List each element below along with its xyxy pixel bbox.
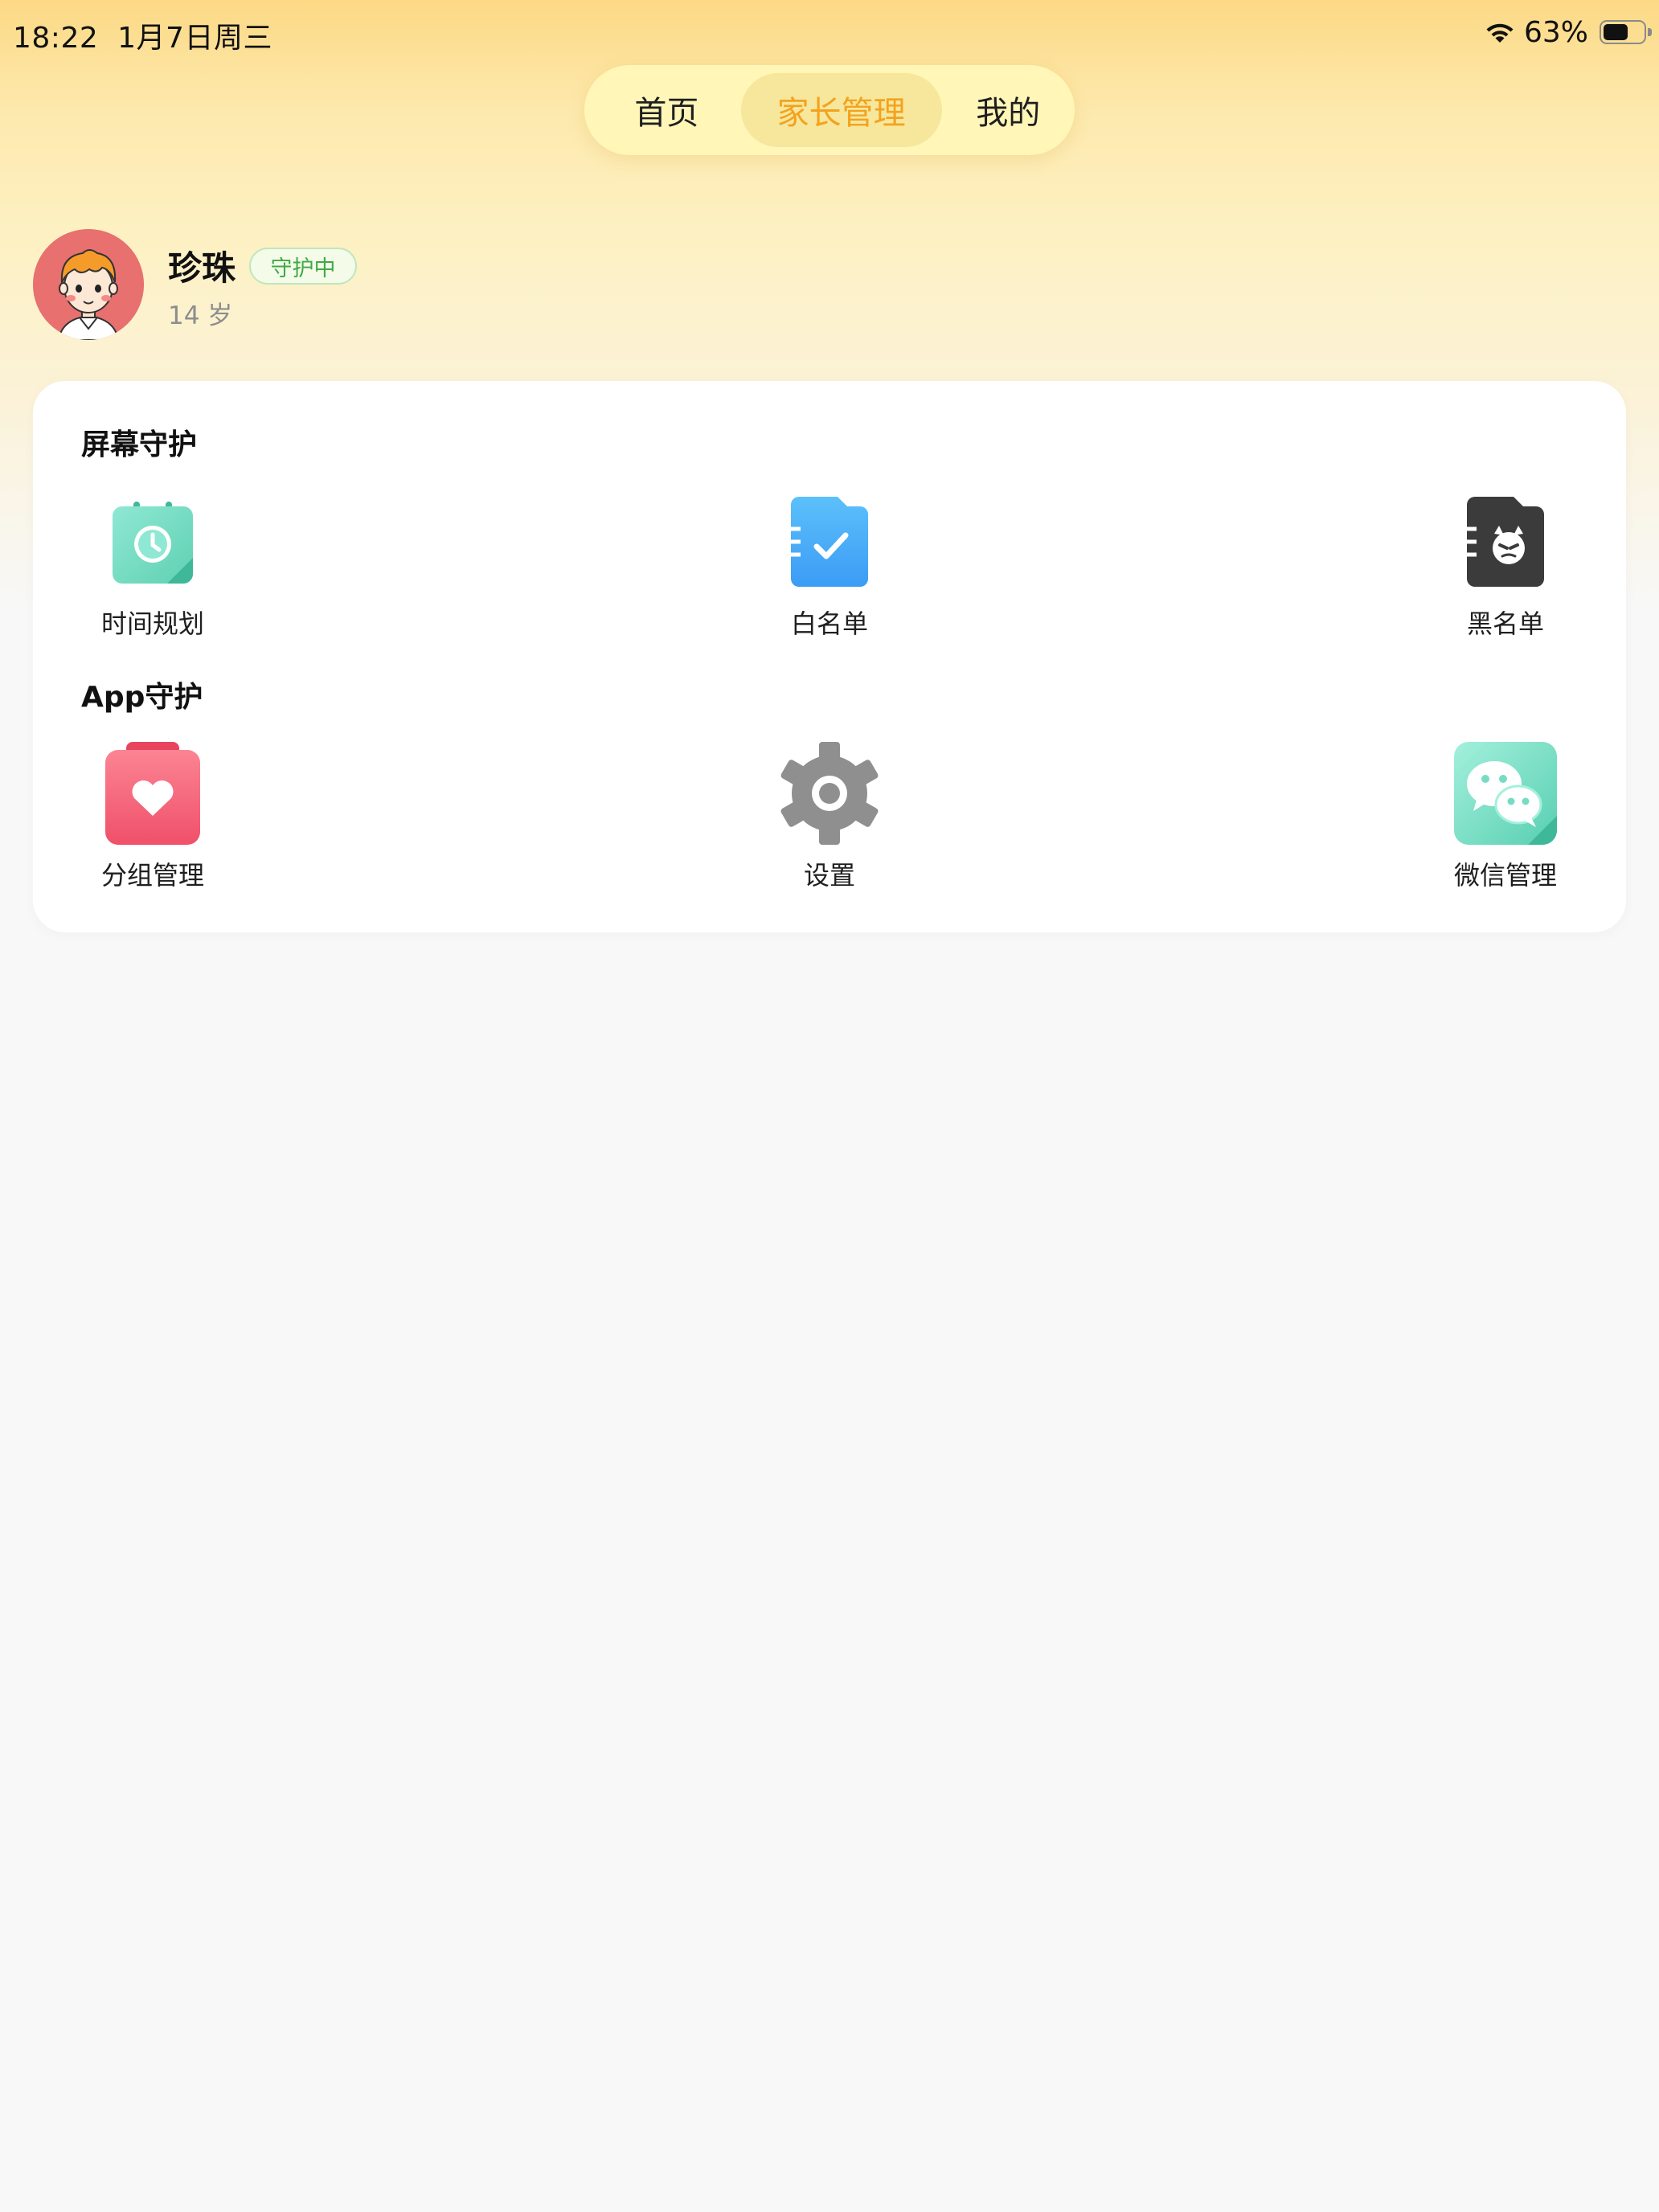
tab-home[interactable]: 首页 <box>592 73 741 147</box>
status-time: 18:22 1月7日周三 <box>13 14 272 56</box>
grid-item-label: 设置 <box>803 860 855 891</box>
status-bar: 18:22 1月7日周三 63% <box>0 0 1659 64</box>
child-name: 珍珠 <box>168 248 236 288</box>
grid-item-group-management[interactable]: 分组管理 <box>56 741 249 894</box>
clock-date: 1月7日周三 <box>117 22 272 55</box>
status-indicators: 63% <box>1484 11 1652 53</box>
gear-icon <box>780 742 879 845</box>
tab-parent-management[interactable]: 家长管理 <box>740 73 942 147</box>
heart-bag-icon <box>105 742 200 845</box>
section-title-screen-guard: 屏幕守护 <box>81 428 198 461</box>
guard-card: 屏幕守护 时间规划 白名单 黑名单 App守护 分组管理 设置 微信管理 <box>33 381 1626 932</box>
child-age: 14 岁 <box>168 301 233 330</box>
whitelist-folder-icon <box>791 497 868 587</box>
clock-time: 18:22 <box>13 22 99 55</box>
grid-item-settings[interactable]: 设置 <box>733 741 926 894</box>
battery-cap <box>1648 28 1652 36</box>
grid-item-wechat-management[interactable]: 微信管理 <box>1409 741 1602 894</box>
grid-item-label: 时间规划 <box>100 608 204 639</box>
avatar[interactable] <box>33 229 144 340</box>
grid-item-whitelist[interactable]: 白名单 <box>733 490 926 642</box>
wifi-icon <box>1486 23 1514 43</box>
status-badge: 守护中 <box>249 248 357 285</box>
grid-item-label: 分组管理 <box>100 860 204 891</box>
grid-item-label: 白名单 <box>790 608 868 639</box>
tab-mine[interactable]: 我的 <box>950 73 1067 147</box>
top-tab-bar: 首页 家长管理 我的 <box>584 65 1075 155</box>
grid-item-label: 微信管理 <box>1453 860 1557 891</box>
battery-fill <box>1604 24 1628 40</box>
section-title-app-guard: App守护 <box>81 681 203 714</box>
grid-item-blacklist[interactable]: 黑名单 <box>1409 490 1602 642</box>
grid-item-time-plan[interactable]: 时间规划 <box>56 490 249 642</box>
calendar-clock-icon <box>113 502 193 584</box>
battery-icon <box>1600 20 1652 44</box>
cartoon-boy-icon <box>33 229 144 340</box>
battery-percent: 63% <box>1523 15 1588 49</box>
wechat-icon <box>1454 742 1557 845</box>
blacklist-devil-icon <box>1467 497 1544 587</box>
grid-item-label: 黑名单 <box>1466 608 1544 639</box>
